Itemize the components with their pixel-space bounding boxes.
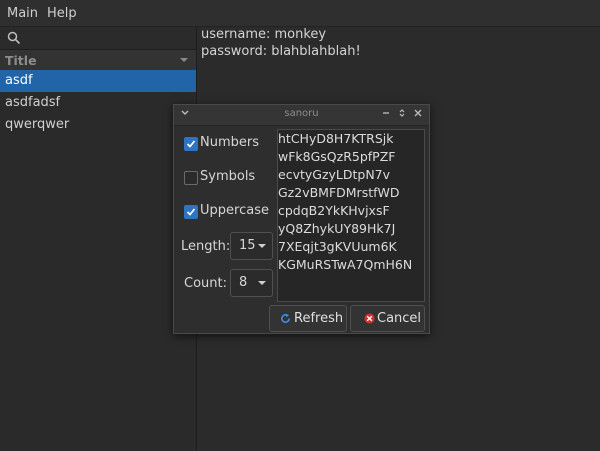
column-header-title[interactable]: Title — [0, 50, 196, 71]
symbols-label[interactable]: Symbols — [200, 169, 255, 184]
length-label: Length: — [181, 239, 231, 254]
cancel-label: Cancel — [377, 311, 422, 326]
list-item-label: qwerqwer — [5, 117, 70, 132]
list-item-label: asdfadsf — [5, 95, 61, 110]
password-line[interactable]: htCHyD8H7KTRSjk — [278, 131, 393, 146]
length-value: 15 — [239, 238, 256, 253]
numbers-checkbox[interactable] — [184, 137, 198, 151]
column-title-label: Title — [5, 53, 37, 68]
count-label: Count: — [184, 276, 227, 291]
sidebar: Title asdf asdfadsf qwerqwer — [0, 27, 197, 451]
count-value: 8 — [239, 275, 248, 290]
password-line[interactable]: yQ8ZhykUY89Hk7J — [278, 221, 395, 236]
close-icon[interactable] — [412, 108, 424, 120]
search-icon — [7, 31, 21, 45]
sort-arrow-icon — [180, 58, 188, 62]
dialog-titlebar[interactable]: sanoru — [174, 105, 429, 126]
uppercase-label[interactable]: Uppercase — [200, 203, 269, 218]
password-line[interactable]: 7XEqjt3gKVUum6K — [278, 239, 397, 254]
symbols-checkbox[interactable] — [184, 171, 198, 185]
password-line[interactable]: cpdqB2YkKHvjxsF — [278, 203, 390, 218]
menu-help[interactable]: Help — [47, 6, 77, 21]
list-item[interactable]: asdfadsf — [0, 92, 196, 114]
chevron-down-icon — [258, 281, 266, 285]
menu-main[interactable]: Main — [7, 6, 38, 21]
checkmark-icon — [186, 208, 196, 216]
chevron-down-icon — [258, 244, 266, 248]
password-line[interactable]: KGMuRSTwA7QmH6N — [278, 257, 412, 272]
uppercase-checkbox[interactable] — [184, 205, 198, 219]
menu-bar: Main Help — [0, 0, 600, 27]
password-line[interactable]: wFk8GsQzR5pfPZF — [278, 149, 395, 164]
password-line[interactable]: Gz2vBMFDMrstfWD — [278, 185, 400, 200]
minimize-icon[interactable] — [380, 108, 392, 120]
list-item[interactable]: asdf — [0, 70, 196, 92]
refresh-icon — [281, 313, 290, 323]
cancel-button[interactable]: Cancel — [350, 305, 425, 332]
list-item-label: asdf — [5, 73, 33, 88]
refresh-label: Refresh — [294, 311, 344, 326]
maximize-icon[interactable] — [396, 108, 408, 120]
checkmark-icon — [186, 140, 196, 148]
list-item[interactable]: qwerqwer — [0, 114, 196, 136]
password-text: password: blahblahblah! — [201, 44, 361, 59]
cancel-icon — [364, 313, 375, 324]
count-select[interactable]: 8 — [230, 269, 273, 297]
password-generator-dialog: sanoru Numbers Symbols Uppercase Length:… — [173, 104, 430, 334]
search-input[interactable] — [0, 27, 196, 50]
length-select[interactable]: 15 — [230, 232, 273, 260]
numbers-label[interactable]: Numbers — [200, 135, 259, 150]
generated-passwords-list[interactable]: htCHyD8H7KTRSjk wFk8GsQzR5pfPZF ecvtyGzy… — [277, 129, 425, 302]
password-line[interactable]: ecvtyGzyLDtpN7v — [278, 167, 390, 182]
refresh-button[interactable]: Refresh — [269, 305, 347, 332]
username-text: username: monkey — [201, 27, 327, 42]
